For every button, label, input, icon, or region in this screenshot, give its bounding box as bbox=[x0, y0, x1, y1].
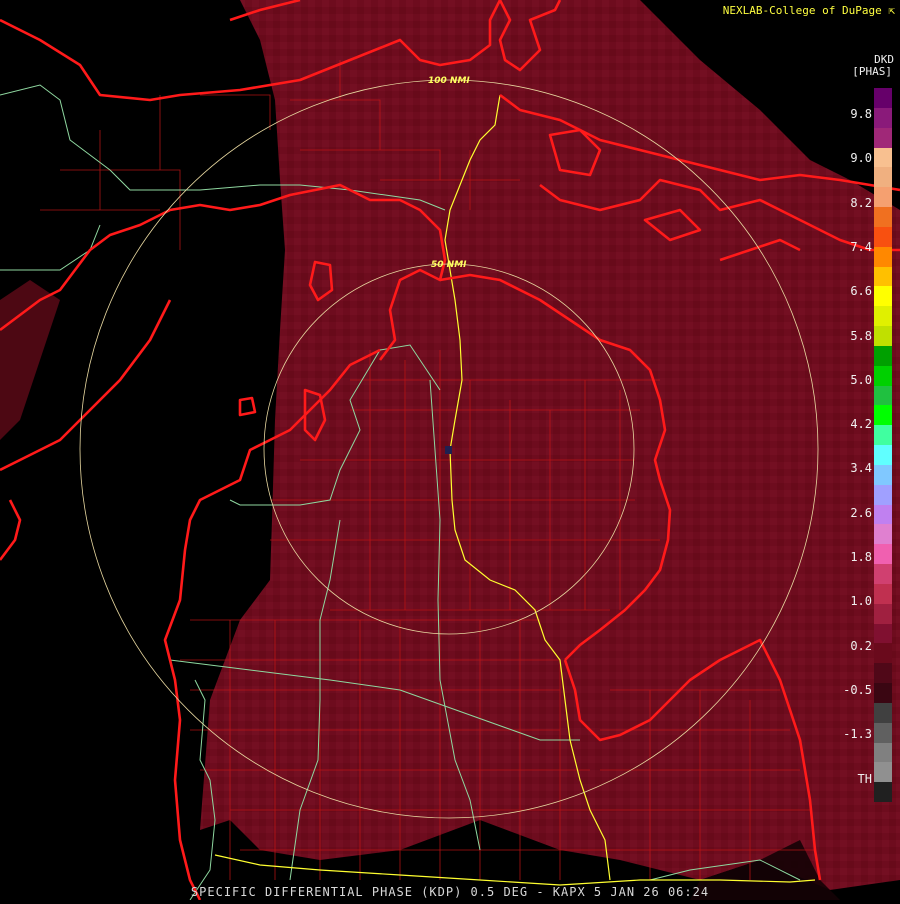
color-scale-label: 1.0 bbox=[850, 594, 872, 609]
radar-map-canvas: 100 NMI 50 NMI bbox=[0, 0, 900, 901]
color-scale-segment bbox=[874, 246, 892, 267]
color-scale-segment bbox=[874, 187, 892, 208]
color-scale-segment bbox=[874, 127, 892, 148]
color-scale-label: 0.2 bbox=[850, 638, 872, 653]
wisconsin-shore bbox=[0, 499, 22, 561]
color-scale-label: 3.4 bbox=[850, 461, 872, 476]
color-scale-segment bbox=[874, 345, 892, 366]
color-scale-label: 9.8 bbox=[850, 107, 872, 121]
color-scale-segment bbox=[874, 88, 892, 108]
color-scale-segment bbox=[874, 544, 892, 565]
color-scale-label: 5.8 bbox=[850, 328, 872, 343]
color-scale-segment bbox=[874, 445, 892, 465]
color-scale-segment bbox=[874, 464, 892, 485]
color-scale-segment bbox=[874, 107, 892, 128]
range-ring-label-50: 50 NMI bbox=[431, 260, 467, 270]
color-scale-label: 8.2 bbox=[850, 195, 872, 210]
color-scale-bar bbox=[874, 88, 892, 803]
color-scale-segment bbox=[874, 504, 892, 525]
color-scale-segment bbox=[874, 564, 892, 584]
echo-region-west bbox=[0, 280, 60, 440]
color-scale-label: -1.3 bbox=[843, 727, 872, 742]
color-scale-segment bbox=[874, 207, 892, 227]
color-scale-label: 6.6 bbox=[850, 284, 872, 299]
color-scale-label: -0.5 bbox=[843, 682, 872, 697]
color-scale-segment bbox=[874, 425, 892, 446]
unit-label: [PHAS] bbox=[852, 65, 892, 78]
color-scale-segment bbox=[874, 583, 892, 604]
color-scale-labels: 9.8 9.0 8.2 7.4 6.6 5.8 5.0 4.2 3.4 2.6 1.8 1.0 0.2 -… bbox=[838, 88, 872, 802]
product-footer: SPECIFIC DIFFERENTIAL PHASE (KDP) 0.5 DE… bbox=[190, 885, 710, 899]
color-scale-label: 5.0 bbox=[850, 372, 872, 387]
color-scale-segment bbox=[874, 643, 892, 664]
color-scale-segment bbox=[874, 722, 892, 743]
color-scale-segment bbox=[874, 405, 892, 426]
credit-text: NEXLAB-College of DuPage ⇱ bbox=[723, 4, 895, 17]
color-scale-segment bbox=[874, 603, 892, 624]
color-scale-segment bbox=[874, 742, 892, 763]
color-scale-segment bbox=[874, 663, 892, 684]
color-scale-segment bbox=[874, 306, 892, 327]
color-scale-label: 4.2 bbox=[850, 417, 872, 432]
range-ring-label-100: 100 NMI bbox=[428, 76, 470, 86]
color-scale-segment bbox=[874, 762, 892, 783]
color-scale-label: 7.4 bbox=[850, 239, 872, 254]
color-scale-segment bbox=[874, 385, 892, 406]
color-scale-label: 2.6 bbox=[850, 505, 872, 520]
radar-site-marker bbox=[445, 446, 452, 454]
color-scale-segment bbox=[874, 365, 892, 386]
island-north-manitou bbox=[238, 396, 257, 417]
color-scale-segment bbox=[874, 147, 892, 168]
color-scale-label: 1.8 bbox=[850, 550, 872, 564]
corner-arrow-icon: ⇱ bbox=[888, 4, 895, 17]
color-scale-segment bbox=[874, 484, 892, 505]
color-scale-label: TH bbox=[857, 771, 872, 786]
color-scale-segment bbox=[874, 623, 892, 644]
product-header: DKD [PHAS] bbox=[852, 54, 894, 78]
color-scale-segment bbox=[874, 524, 892, 545]
color-scale-segment bbox=[874, 266, 892, 287]
color-scale-segment bbox=[874, 286, 892, 307]
color-scale-segment bbox=[874, 167, 892, 188]
color-scale-segment bbox=[874, 226, 892, 247]
color-scale-segment bbox=[874, 683, 892, 703]
color-scale-label: 9.0 bbox=[850, 151, 872, 166]
color-scale-segment bbox=[874, 782, 892, 803]
credit-label: NEXLAB-College of DuPage bbox=[722, 4, 882, 17]
color-scale-segment bbox=[874, 702, 892, 723]
color-scale-segment bbox=[874, 326, 892, 346]
radar-map: 100 NMI 50 NMI bbox=[0, 0, 900, 901]
